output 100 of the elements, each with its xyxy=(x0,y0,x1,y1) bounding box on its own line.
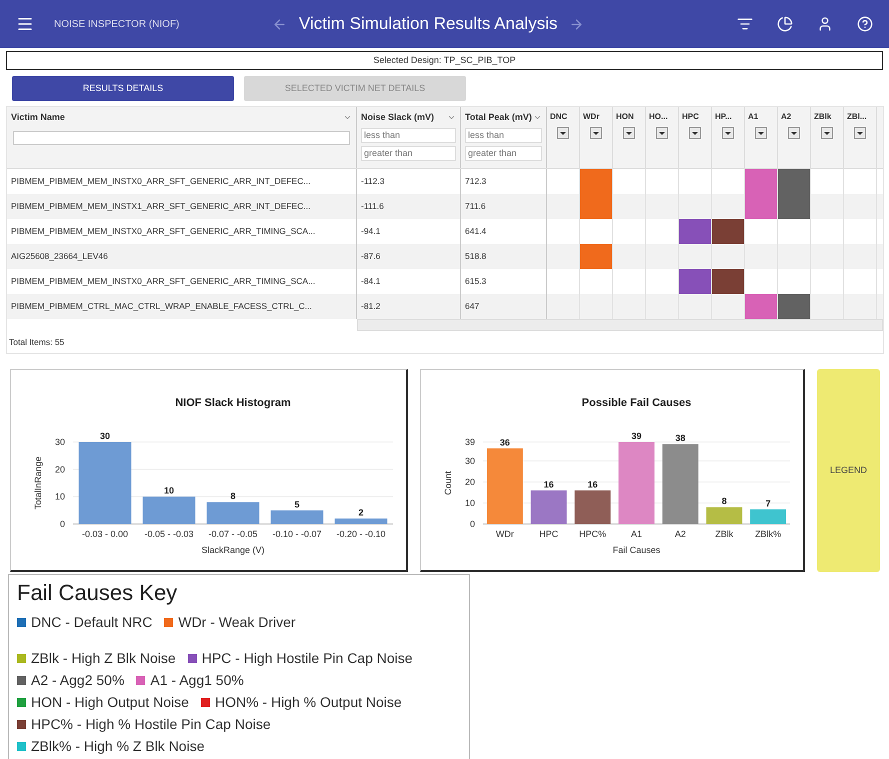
bar xyxy=(530,490,567,524)
total-items-label: Total Items: 55 xyxy=(9,336,64,348)
menu-icon[interactable] xyxy=(16,15,34,33)
filter-field[interactable] xyxy=(13,130,350,144)
bar xyxy=(334,518,388,524)
y-tick-label: 0 xyxy=(60,519,65,529)
forward-arrow-icon[interactable] xyxy=(569,16,584,32)
key-entry: WDr - Weak Driver xyxy=(178,612,296,632)
bar-value-label: 38 xyxy=(675,433,686,444)
dropdown-button[interactable] xyxy=(821,127,833,139)
bar-value-label: 7 xyxy=(766,498,771,508)
filter-icon[interactable] xyxy=(737,16,753,32)
bar-value-label: 30 xyxy=(100,431,110,441)
key-entry: HPC% - High % Hostile Pin Cap Noise xyxy=(31,714,271,734)
bar xyxy=(206,502,260,524)
bar-value-label: 5 xyxy=(294,499,300,510)
selected-design-bar: Selected Design: TP_SC_PIB_TOP xyxy=(6,51,883,70)
dropdown-button[interactable] xyxy=(755,127,767,139)
dropdown-button[interactable] xyxy=(656,127,668,139)
column-header[interactable]: Total Peak (mV) xyxy=(465,111,532,124)
legend-button[interactable]: LEGEND xyxy=(817,369,880,572)
app-name: NOISE INSPECTOR (NIOF) xyxy=(54,18,180,32)
bar xyxy=(270,510,324,524)
y-tick-label: 30 xyxy=(54,437,65,447)
tab[interactable]: RESULTS DETAILS xyxy=(12,76,234,101)
key-entry: ZBlk% - High % Z Blk Noise xyxy=(31,736,204,756)
y-tick-label: 39 xyxy=(464,437,475,447)
x-tick-label: A2 xyxy=(674,529,686,539)
column-header[interactable]: HP... xyxy=(715,111,741,123)
bar-value-label: 16 xyxy=(588,479,598,490)
dropdown-button[interactable] xyxy=(722,127,734,139)
bar xyxy=(706,507,742,524)
y-tick-label: 10 xyxy=(464,498,475,508)
x-tick-label: ZBlk xyxy=(715,529,734,539)
column-header[interactable]: ZBlk xyxy=(814,111,840,123)
y-tick-label: 30 xyxy=(464,456,475,466)
filter-field[interactable]: greater than xyxy=(465,146,542,160)
bar-value-label: 39 xyxy=(632,431,642,441)
chart-title: NIOF Slack Histogram xyxy=(175,397,291,409)
x-axis-label: SlackRange (V) xyxy=(201,545,265,555)
x-tick-label: ZBlk% xyxy=(755,529,782,539)
key-entry: HON% - High % Output Noise xyxy=(214,692,402,712)
bar-value-label: 16 xyxy=(544,479,554,490)
x-tick-label: -0.05 - -0.03 xyxy=(144,529,194,539)
x-tick-label: HPC xyxy=(539,529,558,539)
y-tick-label: 0 xyxy=(470,519,475,529)
y-axis-label: Count xyxy=(443,470,453,496)
column-header[interactable]: HPC xyxy=(682,111,708,123)
column-header[interactable]: A2 xyxy=(781,111,807,123)
x-tick-label: -0.10 - -0.07 xyxy=(272,529,322,539)
y-tick-label: 20 xyxy=(54,464,65,474)
help-icon[interactable] xyxy=(857,16,873,32)
column-header[interactable]: DNC xyxy=(550,111,576,123)
dropdown-button[interactable] xyxy=(623,127,635,139)
pie-chart-icon[interactable] xyxy=(777,16,793,32)
page-title: Victim Simulation Results Analysis xyxy=(298,13,558,36)
bar-value-label: 8 xyxy=(722,496,727,506)
horizontal-scrollbar[interactable] xyxy=(357,319,883,331)
column-header[interactable]: Noise Slack (mV) xyxy=(361,111,434,124)
key-entry: HON - High Output Noise xyxy=(31,692,189,712)
column-header[interactable]: ZBl... xyxy=(847,111,873,123)
column-header[interactable]: HON xyxy=(616,111,642,123)
filter-field[interactable]: less than xyxy=(465,128,542,142)
x-tick-label: -0.03 - 0.00 xyxy=(82,529,128,539)
x-axis-label: Fail Causes xyxy=(612,545,660,555)
y-tick-label: 10 xyxy=(54,492,65,502)
x-tick-label: WDr xyxy=(496,529,514,539)
bar-value-label: 36 xyxy=(500,437,510,448)
x-tick-label: -0.07 - -0.05 xyxy=(208,529,258,539)
column-header[interactable]: WDr xyxy=(583,111,609,123)
bar-value-label: 10 xyxy=(164,486,174,496)
x-tick-label: -0.20 - -0.10 xyxy=(336,529,386,539)
bar-value-label: 8 xyxy=(230,491,236,502)
chart-title: Possible Fail Causes xyxy=(582,397,692,409)
dropdown-button[interactable] xyxy=(590,127,602,139)
column-header[interactable]: HO... xyxy=(649,111,675,123)
bar-value-label: 2 xyxy=(358,508,364,518)
person-icon[interactable] xyxy=(817,16,833,32)
key-entry: DNC - Default NRC xyxy=(31,612,152,632)
bar xyxy=(142,496,196,524)
x-tick-label: HPC% xyxy=(579,529,606,539)
key-entry: A1 - Agg1 50% xyxy=(150,670,244,690)
key-entry: HPC - High Hostile Pin Cap Noise xyxy=(202,648,413,668)
dropdown-button[interactable] xyxy=(689,127,701,139)
dropdown-button[interactable] xyxy=(854,127,866,139)
dropdown-button[interactable] xyxy=(788,127,800,139)
dropdown-button[interactable] xyxy=(557,127,569,139)
x-tick-label: A1 xyxy=(631,529,642,539)
table-cell: PIBMEM_PIBMEM_CTRL_MAC_CTRL_WRAP_ENABLE_FACESS_CTRL_C... xyxy=(7,294,357,319)
column-header[interactable]: A1 xyxy=(748,111,774,123)
key-title: Fail Causes Key xyxy=(17,579,178,607)
key-entry: ZBlk - High Z Blk Noise xyxy=(31,648,176,668)
filter-field[interactable]: greater than xyxy=(361,146,456,160)
key-entry: A2 - Agg2 50% xyxy=(31,670,124,690)
bar xyxy=(574,490,611,524)
bar xyxy=(750,509,786,524)
y-axis-label: TotalInRange xyxy=(33,456,43,510)
y-tick-label: 20 xyxy=(464,476,475,487)
filter-field[interactable]: less than xyxy=(361,128,456,142)
column-header[interactable]: Victim Name xyxy=(11,111,65,124)
